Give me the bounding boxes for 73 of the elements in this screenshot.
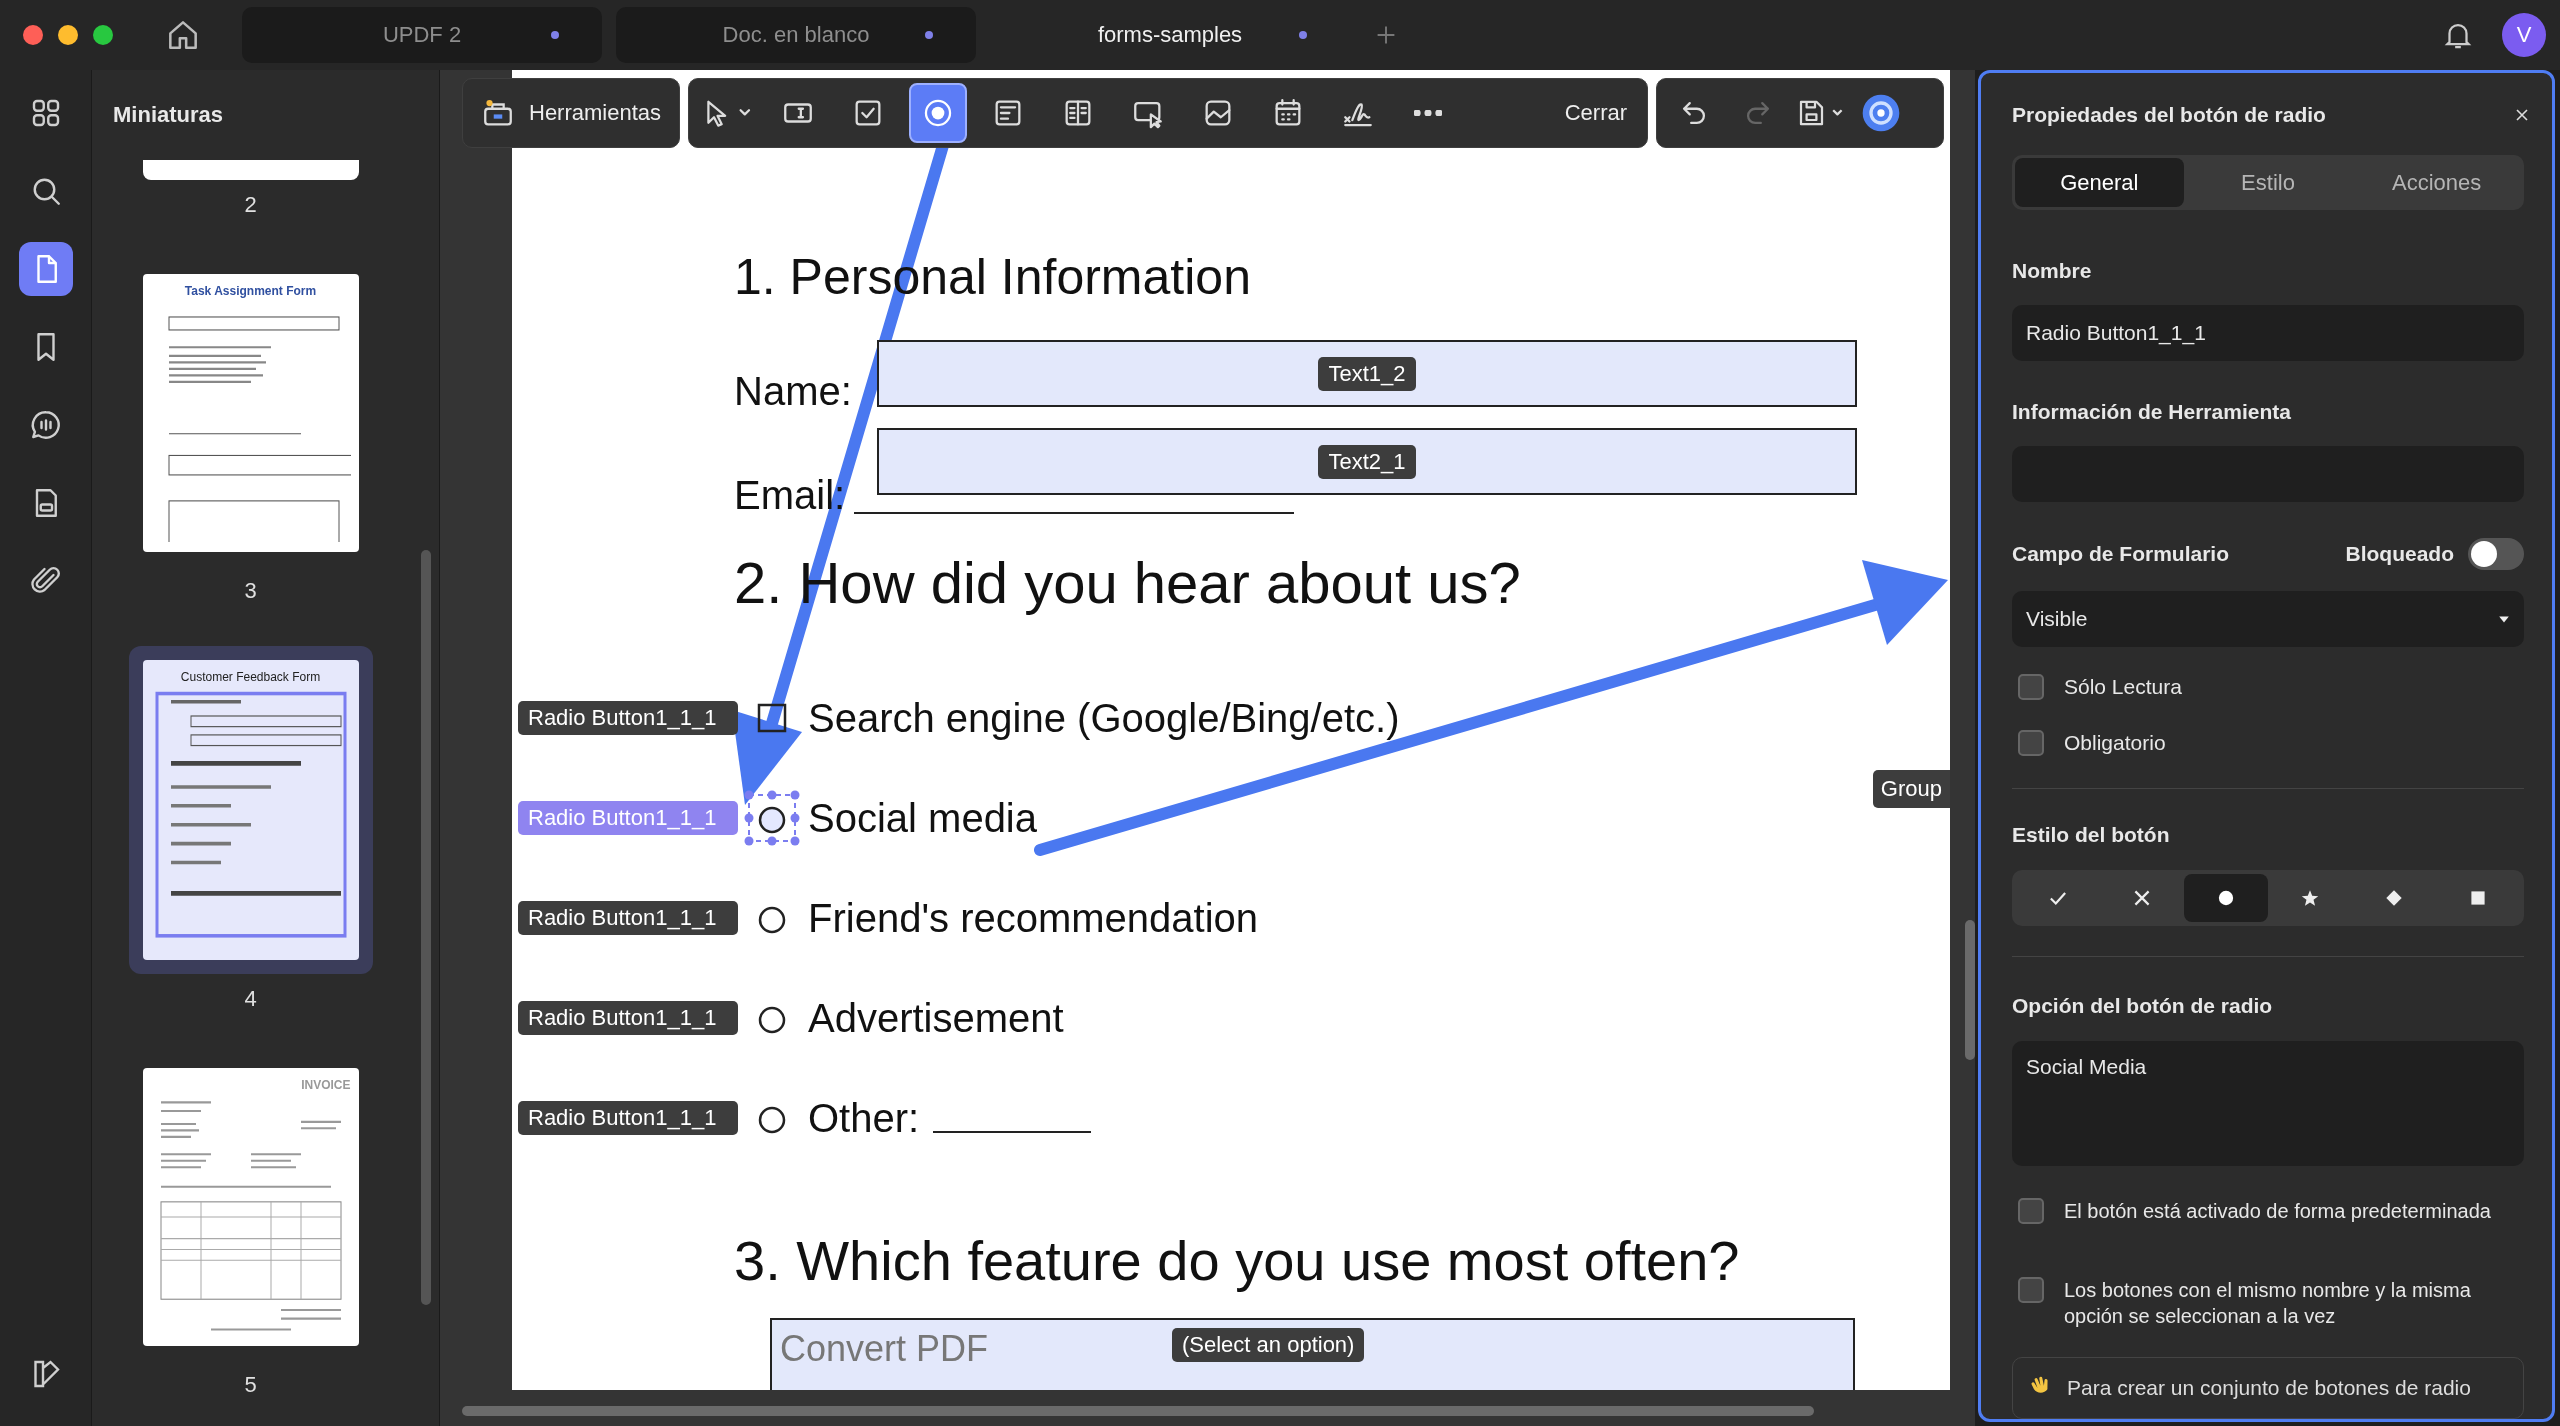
checkbox-label: Los botones con el mismo nombre y la misma opción se seleccionan a la vez bbox=[2064, 1278, 2472, 1329]
field-label: Name: bbox=[734, 368, 853, 415]
document-tab[interactable]: UPDF 2 bbox=[242, 7, 602, 63]
unsaved-dot-icon bbox=[1298, 30, 1308, 40]
checkbox-label: El botón está activado de forma predeterminada bbox=[2064, 1199, 2491, 1225]
document-tab[interactable]: Doc. en blanco bbox=[616, 7, 976, 63]
radio-button[interactable] bbox=[744, 790, 800, 846]
assistant-icon[interactable] bbox=[1861, 93, 1902, 133]
option-label: Social media bbox=[808, 795, 1037, 841]
option-field[interactable]: Social Media bbox=[2012, 1041, 2524, 1167]
group-tag: Group bbox=[1872, 770, 1950, 808]
thumbnail-title: Customer Feedback Form bbox=[179, 670, 322, 684]
panel-title: Propiedades del botón de radio bbox=[2012, 102, 2326, 127]
field-label: Opción del botón de radio bbox=[2012, 993, 2274, 1020]
field-label: Campo de Formulario bbox=[2012, 541, 2230, 567]
field-name-tag: Radio Button1_1_1 bbox=[518, 1001, 738, 1035]
scrollbar[interactable] bbox=[462, 1406, 1814, 1416]
field-name-tag: Text1_2 bbox=[1318, 356, 1416, 391]
user-avatar[interactable]: V bbox=[2502, 13, 2546, 57]
page-number: 2 bbox=[244, 192, 257, 218]
close-icon[interactable] bbox=[2514, 106, 2530, 123]
option-label: Friend's recommendation bbox=[808, 895, 1259, 941]
close-tools-button[interactable]: Cerrar bbox=[1554, 100, 1638, 126]
panel-title: Miniaturas bbox=[112, 101, 225, 129]
visibility-dropdown[interactable]: Visible bbox=[2012, 591, 2524, 647]
option-label: Advertisement bbox=[808, 995, 1064, 1041]
unsaved-dot-icon bbox=[550, 30, 560, 40]
page-thumbnail[interactable]: Customer Feedback Form bbox=[128, 646, 373, 974]
page-number: 5 bbox=[244, 1372, 257, 1398]
tools-button[interactable]: Herramientas bbox=[462, 78, 681, 148]
checkbox[interactable] bbox=[2018, 673, 2044, 700]
document-tab[interactable]: forms-samples bbox=[990, 7, 1350, 63]
field-label: Nombre bbox=[2012, 258, 2093, 284]
scrollbar[interactable] bbox=[421, 550, 431, 1305]
radio-tool[interactable] bbox=[909, 83, 968, 143]
panel-tab[interactable]: General bbox=[2015, 158, 2184, 207]
more-icon bbox=[1414, 110, 1443, 116]
field-name-tag: Radio Button1_1_1 bbox=[518, 1101, 738, 1135]
field-name-tag: Radio Button1_1_1 bbox=[518, 701, 738, 735]
page-number: 3 bbox=[244, 578, 257, 604]
field-name-tag: Radio Button1_1_1 bbox=[518, 901, 738, 935]
close-window-button[interactable] bbox=[23, 25, 43, 45]
thumbnail-title: INVOICE bbox=[300, 1078, 351, 1092]
option-label: Search engine (Google/Bing/etc.) bbox=[808, 695, 1400, 741]
checkbox[interactable] bbox=[2018, 1277, 2044, 1303]
field-name-tag: Radio Button1_1_1 bbox=[518, 801, 738, 835]
unsaved-dot-icon bbox=[924, 30, 934, 40]
thumbnail-title: Task Assignment Form bbox=[183, 284, 318, 298]
field-label: Estilo del botón bbox=[2012, 821, 2171, 848]
section-heading: 3. Which feature do you use most often? bbox=[734, 1228, 1741, 1294]
panel-tab[interactable]: Estilo bbox=[2183, 158, 2353, 207]
minimize-window-button[interactable] bbox=[58, 25, 78, 45]
checkbox-label: Sólo Lectura bbox=[2064, 674, 2182, 699]
field-name-tag: (Select an option) bbox=[1172, 1328, 1365, 1362]
name-field[interactable]: Radio Button1_1_1 bbox=[2012, 305, 2524, 361]
option-label: Other: bbox=[808, 1095, 920, 1141]
field-label: Bloqueado bbox=[2345, 542, 2454, 566]
checkbox[interactable] bbox=[2018, 1198, 2044, 1225]
scrollbar[interactable] bbox=[1965, 920, 1975, 1060]
checkbox[interactable] bbox=[2018, 729, 2044, 756]
dropdown-field[interactable]: Convert PDF (Select an option) bbox=[770, 1318, 1855, 1390]
pages-icon[interactable] bbox=[18, 242, 73, 296]
text-field[interactable]: Text1_2 bbox=[877, 340, 1857, 407]
text-field[interactable]: Text2_1 bbox=[877, 428, 1857, 495]
tip-text: Para crear un conjunto de botones de radio bbox=[2067, 1376, 2471, 1400]
page-number: 4 bbox=[244, 986, 257, 1012]
panel-tab[interactable]: Acciones bbox=[2352, 158, 2521, 207]
field-label: Información de Herramienta bbox=[2012, 399, 2292, 425]
checkbox-label: Obligatorio bbox=[2064, 730, 2166, 755]
field-name-tag: Text2_1 bbox=[1318, 444, 1416, 479]
circle-style-button[interactable] bbox=[2184, 873, 2268, 923]
zoom-window-button[interactable] bbox=[93, 25, 113, 45]
locked-toggle[interactable] bbox=[2468, 538, 2524, 570]
